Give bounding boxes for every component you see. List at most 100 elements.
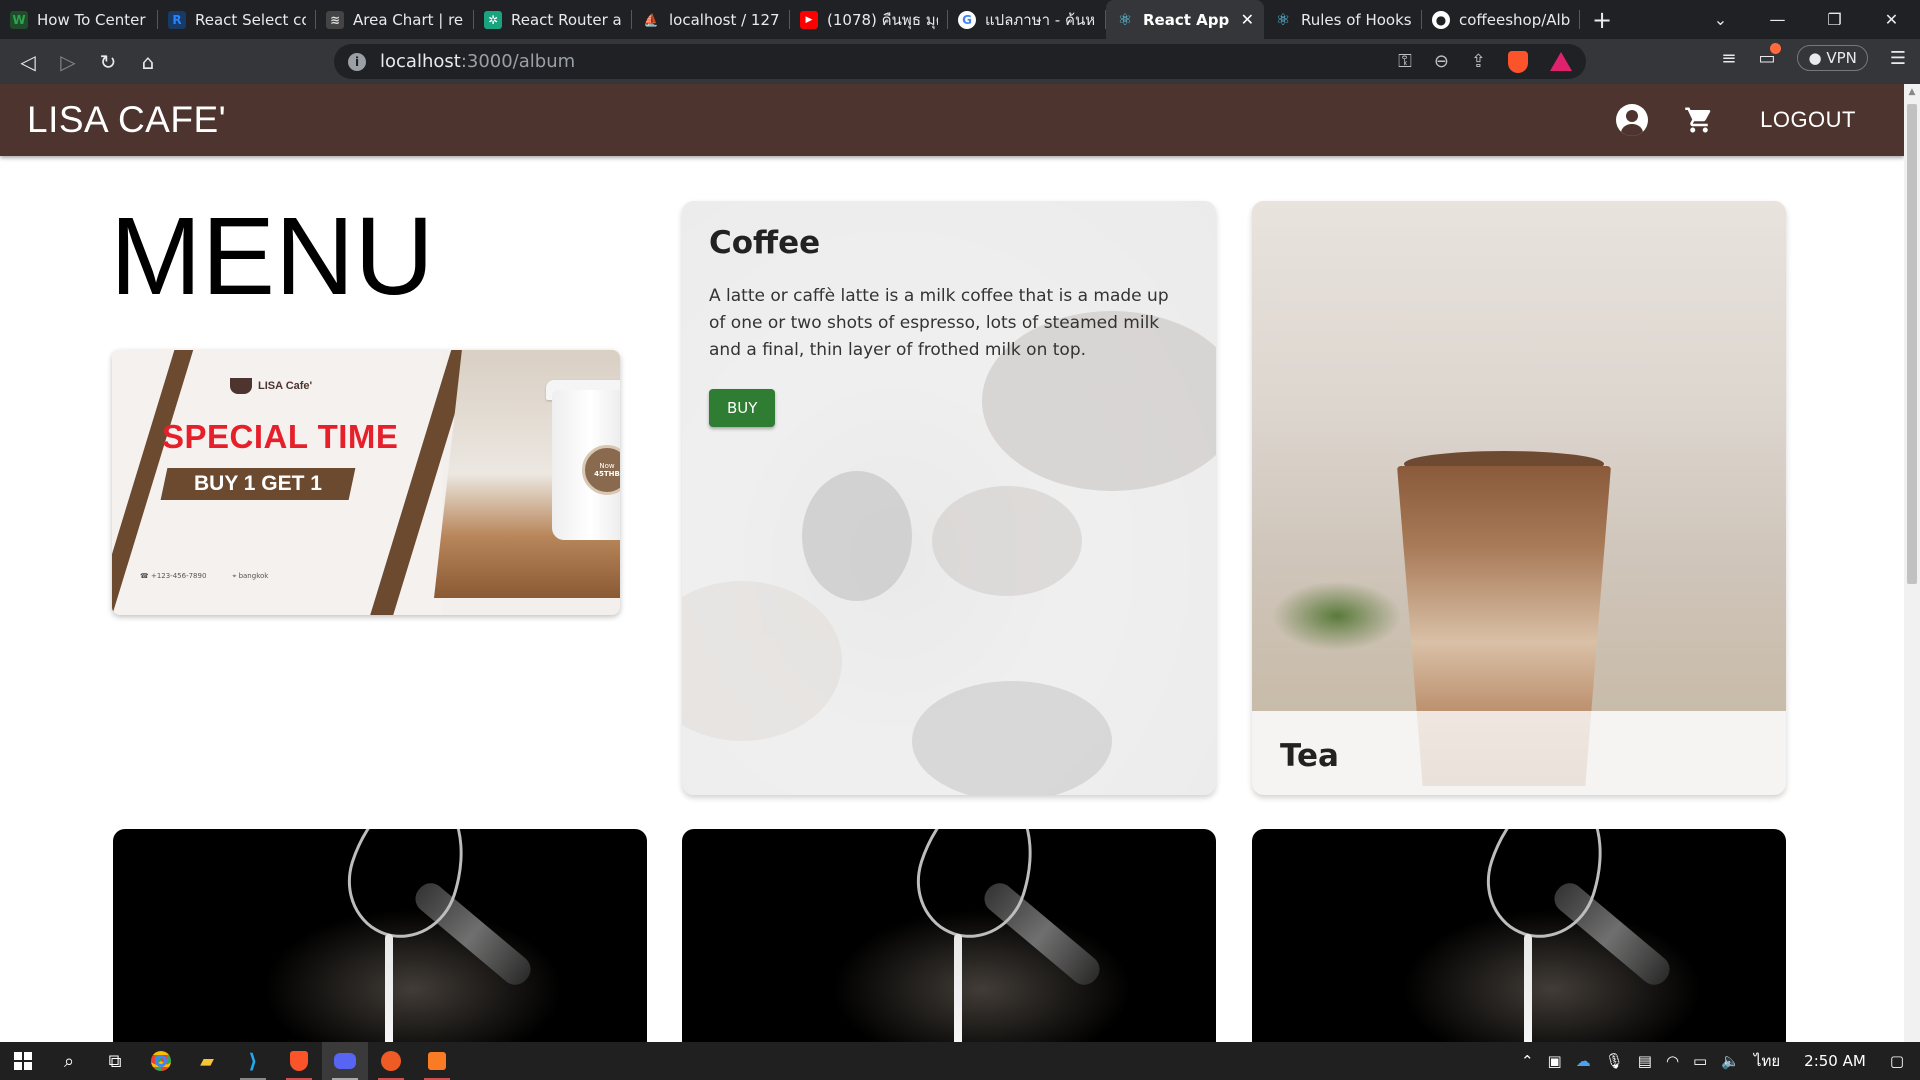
key-icon[interactable]: ⚿ bbox=[1398, 51, 1412, 72]
task-view-icon[interactable]: ⧉ bbox=[92, 1042, 138, 1080]
brave-icon[interactable] bbox=[276, 1042, 322, 1080]
browser-tab[interactable]: ≋ Area Chart | reac bbox=[316, 0, 474, 39]
tab-title: (1078) คืนพุธ มุดผี bbox=[827, 10, 938, 29]
brave-shields-icon[interactable] bbox=[1508, 50, 1528, 73]
address-bar[interactable]: i localhost:3000/album ⚿ ⊖ ⇪ bbox=[334, 44, 1586, 79]
forward-icon[interactable]: ▷ bbox=[48, 42, 88, 82]
cart-icon[interactable] bbox=[1682, 105, 1716, 135]
zoom-icon[interactable]: ⊖ bbox=[1434, 51, 1449, 72]
tray-overflow-icon[interactable]: ⌃ bbox=[1521, 1052, 1534, 1070]
close-window-button[interactable]: ✕ bbox=[1863, 10, 1920, 29]
postman-icon[interactable] bbox=[368, 1042, 414, 1080]
milk-stream-shape bbox=[385, 934, 393, 1042]
page-title: MENU bbox=[110, 195, 434, 318]
chrome-icon[interactable] bbox=[138, 1042, 184, 1080]
back-icon[interactable]: ◁ bbox=[8, 42, 48, 82]
card-description: A latte or caffè latte is a milk coffee … bbox=[709, 286, 1169, 360]
milk-card[interactable] bbox=[682, 829, 1216, 1042]
buy-button[interactable]: BUY bbox=[709, 389, 776, 427]
url-path: :3000/album bbox=[460, 51, 576, 72]
wallet-icon[interactable]: ▭ bbox=[1758, 42, 1782, 69]
github-icon: ● bbox=[1432, 10, 1450, 29]
coffee-card-content: Coffee A latte or caffè latte is a milk … bbox=[709, 225, 1189, 427]
browser-tab[interactable]: R React Select com bbox=[158, 0, 316, 39]
brave-rewards-icon[interactable] bbox=[1550, 52, 1572, 71]
tab-favicon-icon: ✲ bbox=[484, 10, 502, 29]
vscode-icon[interactable]: ⟩ bbox=[230, 1042, 276, 1080]
milk-card[interactable] bbox=[1252, 829, 1786, 1042]
scrollbar-thumb[interactable] bbox=[1907, 104, 1917, 584]
promo-banner[interactable]: LISA Cafe' SPECIAL TIME BUY 1 GET 1 ☎ +1… bbox=[112, 350, 620, 615]
promo-offer-text: BUY 1 GET 1 bbox=[194, 472, 322, 495]
browser-toolbar: ◁ ▷ ↻ ⌂ i localhost:3000/album ⚿ ⊖ ⇪ ≡ ▭… bbox=[0, 39, 1920, 84]
brand-logo[interactable]: LISA CAFE' bbox=[27, 99, 226, 141]
microphone-icon[interactable]: 🎙 bbox=[1605, 1052, 1624, 1070]
playlist-icon[interactable]: ≡ bbox=[1721, 48, 1736, 69]
tab-title: Rules of Hooks – bbox=[1301, 10, 1412, 29]
promo-offer-ribbon: BUY 1 GET 1 bbox=[160, 468, 356, 500]
browser-tab[interactable]: G แปลภาษา - ค้นหาด้ bbox=[948, 0, 1106, 39]
browser-tab[interactable]: W How To Center a bbox=[0, 0, 158, 39]
clock[interactable]: 2:50 AM bbox=[1804, 1052, 1866, 1070]
wifi-icon[interactable]: ◠ bbox=[1666, 1052, 1679, 1070]
tab-favicon-icon: ≋ bbox=[326, 10, 344, 29]
browser-menu-icon[interactable]: ☰ bbox=[1890, 48, 1906, 69]
tea-card[interactable]: Tea bbox=[1252, 201, 1786, 795]
home-icon[interactable]: ⌂ bbox=[128, 42, 168, 82]
browser-tab[interactable]: ● coffeeshop/Albu bbox=[1422, 0, 1580, 39]
react-logo-icon: ⚛ bbox=[1117, 10, 1133, 29]
tab-title: How To Center a bbox=[37, 10, 148, 29]
browser-tab-strip: W How To Center a R React Select com ≋ Area… bbox=[0, 0, 1920, 39]
logout-button[interactable]: LOGOUT bbox=[1752, 101, 1864, 139]
vpn-button[interactable]: ● VPN bbox=[1797, 45, 1868, 71]
card-title: Tea bbox=[1280, 738, 1339, 774]
browser-tab[interactable]: ⚛ Rules of Hooks – bbox=[1264, 0, 1422, 39]
scroll-up-icon[interactable]: ▲ bbox=[1904, 84, 1920, 100]
onedrive-icon[interactable]: ☁ bbox=[1576, 1052, 1591, 1070]
window-controls: ⌄ — ❐ ✕ bbox=[1692, 0, 1920, 39]
promo-phone: ☎ +123-456-7890 bbox=[140, 572, 207, 580]
tab-favicon-icon: R bbox=[168, 10, 186, 29]
react-logo-icon: ⚛ bbox=[1275, 10, 1291, 29]
language-indicator[interactable]: ไทย bbox=[1754, 1049, 1780, 1073]
browser-tab[interactable]: ⛵ localhost / 127.0 bbox=[632, 0, 790, 39]
tab-favicon-icon: G bbox=[958, 10, 976, 29]
tab-favicon-icon: ▶ bbox=[800, 10, 818, 29]
windows-start-icon[interactable] bbox=[0, 1042, 46, 1080]
milk-card[interactable] bbox=[113, 829, 647, 1042]
seal-price-text: 45THB bbox=[594, 470, 620, 478]
file-explorer-icon[interactable]: ▰ bbox=[184, 1042, 230, 1080]
battery-icon[interactable]: ▭ bbox=[1693, 1052, 1707, 1070]
page-scrollbar[interactable]: ▲ bbox=[1904, 84, 1920, 1042]
reload-icon[interactable]: ↻ bbox=[88, 42, 128, 82]
notification-dot bbox=[1770, 42, 1782, 54]
browser-tab-active[interactable]: ⚛ React App ✕ bbox=[1106, 0, 1264, 39]
address-url[interactable]: localhost:3000/album bbox=[380, 51, 575, 72]
card-title: Coffee bbox=[709, 225, 821, 261]
volume-icon[interactable]: 🔈 bbox=[1721, 1052, 1740, 1070]
site-info-icon[interactable]: i bbox=[348, 52, 366, 71]
new-tab-button[interactable]: + bbox=[1580, 0, 1624, 39]
meet-now-icon[interactable]: ▣ bbox=[1548, 1052, 1562, 1070]
tab-search-icon[interactable]: ⌄ bbox=[1692, 10, 1749, 29]
tab-title: React App bbox=[1143, 10, 1230, 29]
discord-icon[interactable] bbox=[322, 1042, 368, 1080]
windows-taskbar: ⌕ ⧉ ▰ ⟩ ⌃ ▣ ☁ 🎙 ▤ ◠ ▭ 🔈 ไทย 2:50 AM ▢ bbox=[0, 1042, 1920, 1080]
tab-favicon-icon: ⛵ bbox=[643, 12, 659, 27]
restore-button[interactable]: ❐ bbox=[1806, 10, 1863, 29]
url-host: localhost bbox=[380, 51, 461, 72]
coffee-card: Coffee A latte or caffè latte is a milk … bbox=[682, 201, 1216, 795]
account-icon[interactable] bbox=[1616, 104, 1649, 136]
search-icon[interactable]: ⌕ bbox=[46, 1042, 92, 1080]
notifications-icon[interactable]: ▢ bbox=[1890, 1052, 1904, 1070]
close-tab-icon[interactable]: ✕ bbox=[1241, 10, 1254, 29]
browser-tab[interactable]: ✲ React Router and bbox=[474, 0, 632, 39]
xampp-icon[interactable] bbox=[414, 1042, 460, 1080]
display-icon[interactable]: ▤ bbox=[1638, 1052, 1652, 1070]
minimize-button[interactable]: — bbox=[1749, 10, 1806, 29]
tab-title: coffeeshop/Albu bbox=[1459, 10, 1570, 29]
browser-tab[interactable]: ▶ (1078) คืนพุธ มุดผี bbox=[790, 0, 948, 39]
tab-title: แปลภาษา - ค้นหาด้ bbox=[985, 10, 1096, 29]
promo-headline: SPECIAL TIME bbox=[162, 418, 399, 455]
share-icon[interactable]: ⇪ bbox=[1471, 51, 1486, 72]
